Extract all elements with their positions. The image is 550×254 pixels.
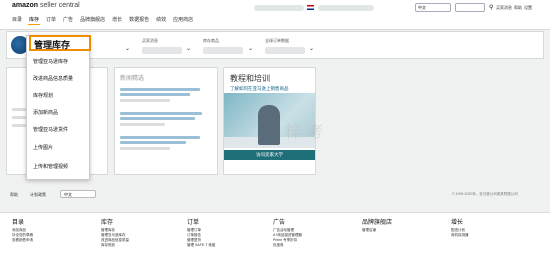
us-flag-icon [307, 5, 314, 10]
widget-value-messages [142, 47, 182, 54]
footer-col-title: 品牌旗舰店 [362, 220, 393, 226]
policy-link[interactable]: 计划政策 [30, 192, 46, 198]
news-link[interactable] [120, 136, 200, 139]
placeholder-line [120, 99, 170, 102]
language-select[interactable]: 中文 [415, 3, 451, 12]
news-link[interactable] [120, 88, 200, 91]
nav-reports[interactable]: 数据报告 [128, 15, 150, 25]
widget-label-inventory: 库存商品 [203, 38, 219, 43]
nav-appstore[interactable]: 应用商店 [172, 15, 194, 25]
chevron-down-icon[interactable]: ⌄ [125, 45, 130, 52]
top-link-settings[interactable]: 设置 [524, 5, 532, 11]
top-link-messages[interactable]: 买家消息 [496, 5, 512, 11]
copyright-text: © 1999-2020年，亚马逊公司或其附属公司 [452, 192, 518, 196]
widget-value-inventory [203, 47, 243, 54]
widget-value-orders [265, 47, 305, 54]
chevron-down-icon[interactable]: ⌄ [248, 45, 253, 52]
nav-inventory[interactable]: 库存 [28, 15, 41, 25]
nav-advertising[interactable]: 广告 [62, 15, 74, 25]
top-link-help[interactable]: 帮助 [514, 5, 522, 11]
footer-col-catalog: 目录 添加商品 补全您的草稿 查看销售申请 [12, 217, 33, 243]
footer-sitemap: 目录 添加商品 补全您的草稿 查看销售申请 库存 管理库存 管理亚马逊库存 改进… [0, 212, 550, 254]
footer-language-select[interactable]: 中文 [60, 190, 96, 198]
chevron-down-icon[interactable]: ⌄ [309, 45, 314, 52]
menu-item-upload-images[interactable]: 上传图片 [33, 144, 53, 151]
footer-link[interactable]: 商机探测器 [451, 233, 469, 238]
watermark: 梓 考 [285, 124, 325, 141]
news-link[interactable] [120, 112, 202, 115]
inventory-dropdown-menu: 管理库存 管理亚马逊库存 改进商品信息质量 库存规划 添加新商品 管理亚马逊货件… [26, 35, 91, 180]
footer-link[interactable]: 查看销售申请 [12, 238, 33, 243]
footer-link[interactable]: 管理 SAFE-T 索赔 [187, 243, 215, 248]
chevron-down-icon[interactable]: ⌄ [186, 45, 191, 52]
footer-col-stores: 品牌旗舰店 管理店铺 [362, 217, 392, 233]
search-icon[interactable]: ⚲ [489, 4, 493, 11]
news-link[interactable] [120, 117, 195, 120]
person-figure [258, 105, 280, 145]
menu-item-upload-videos[interactable]: 上传和管理视频 [33, 163, 68, 170]
nav-catalog[interactable]: 目录 [11, 15, 23, 25]
search-input[interactable] [455, 3, 485, 12]
menu-item-manage-fba[interactable]: 管理亚马逊库存 [33, 58, 68, 65]
menu-item-add-product[interactable]: 添加新商品 [33, 109, 58, 116]
card-news-title: 新闻精选 [120, 76, 145, 82]
footer-col-title: 增长 [451, 220, 464, 226]
news-link[interactable] [120, 141, 186, 144]
nav-stores[interactable]: 品牌旗舰店 [79, 15, 106, 25]
footer-link[interactable]: 优惠券 [273, 243, 302, 248]
menu-item-manage-inventory[interactable]: 管理库存 [29, 35, 91, 51]
footer-col-title: 订单 [187, 220, 200, 226]
amazon-seller-central-logo[interactable]: amazon seller central [12, 2, 80, 9]
news-link[interactable] [120, 93, 190, 96]
learning-title: 教程和培训 [230, 74, 270, 83]
footer-col-advertising: 广告 广告活动管理 A+商品描述管理器 Prime 专享折扣 优惠券 [273, 217, 302, 248]
footer-col-inventory: 库存 管理库存 管理亚马逊库存 改进商品信息质量 库存规划 [101, 217, 129, 248]
footer-col-orders: 订单 管理订单 订单报告 管理退货 管理 SAFE-T 索赔 [187, 217, 215, 248]
seller-university-button[interactable]: 访问卖家大学 [224, 150, 315, 160]
footer-link[interactable]: 库存规划 [101, 243, 129, 248]
footer-utility-bar: 帮助 计划政策 中文 © 1999-2020年，亚马逊公司或其附属公司 [0, 189, 550, 201]
widget-label-messages: 买家消息 [142, 38, 158, 43]
help-link[interactable]: 帮助 [10, 192, 18, 198]
learning-subtitle[interactable]: 了解如何在亚马逊上销售商品 [230, 86, 289, 92]
placeholder-line [120, 147, 170, 150]
menu-item-manage-shipments[interactable]: 管理亚马逊货件 [33, 126, 68, 133]
placeholder-line [120, 123, 165, 126]
menu-item-listing-quality[interactable]: 改进商品信息质量 [33, 75, 73, 82]
footer-col-title: 库存 [101, 220, 114, 226]
footer-col-title: 广告 [273, 220, 286, 226]
marketplace-selector-blurred[interactable] [318, 5, 374, 11]
footer-col-growth: 增长 配送计划 商机探测器 [451, 217, 469, 238]
nav-performance[interactable]: 绩效 [155, 15, 167, 25]
main-nav: 目录 库存 订单 广告 品牌旗舰店 增长 数据报告 绩效 应用商店 [11, 15, 194, 25]
nav-growth[interactable]: 增长 [111, 15, 123, 25]
top-header: amazon seller central 目录 库存 订单 广告 品牌旗舰店 … [0, 0, 550, 30]
footer-col-title: 目录 [12, 220, 25, 226]
top-links: 买家消息 帮助 设置 [496, 5, 532, 11]
nav-orders[interactable]: 订单 [45, 15, 57, 25]
card-news: 新闻精选 [114, 67, 218, 175]
widget-label-orders: 全球订单数据 [265, 38, 289, 43]
account-name-blurred[interactable] [254, 5, 304, 11]
footer-link[interactable]: 管理店铺 [362, 228, 392, 233]
menu-item-inventory-planning[interactable]: 库存规划 [33, 92, 53, 99]
